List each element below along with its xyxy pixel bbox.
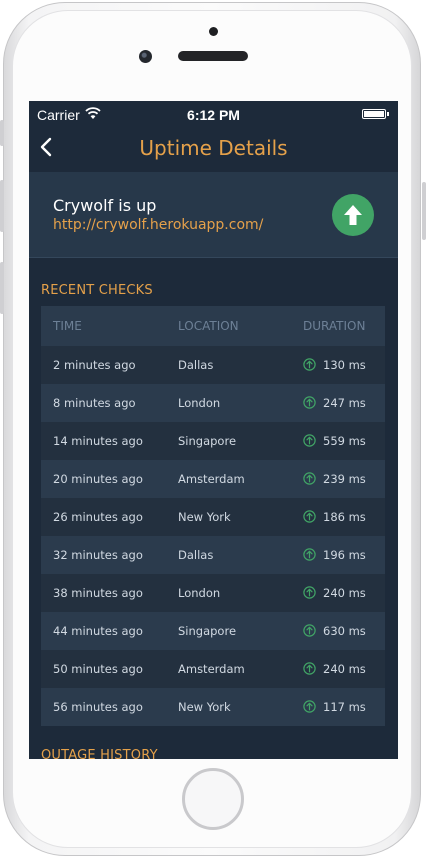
check-location: London: [178, 586, 221, 600]
silent-switch: [0, 120, 4, 146]
app-screen: Carrier 6:12 PM Uptime Details Crywolf i…: [29, 101, 398, 759]
check-time: 20 minutes ago: [53, 472, 143, 486]
check-location: Amsterdam: [178, 662, 245, 676]
arrow-up-circle-icon: [303, 624, 316, 637]
table-row[interactable]: 44 minutes ago Singapore 630 ms: [41, 612, 385, 650]
check-time: 14 minutes ago: [53, 434, 143, 448]
check-duration: 240 ms: [323, 662, 366, 676]
check-location: New York: [178, 700, 231, 714]
power-button: [422, 182, 426, 240]
arrow-up-circle-icon: [303, 586, 316, 599]
check-duration: 239 ms: [323, 472, 366, 486]
check-time: 38 minutes ago: [53, 586, 143, 600]
table-row[interactable]: 56 minutes ago New York 117 ms: [41, 688, 385, 726]
outage-history-heading: OUTAGE HISTORY: [41, 748, 158, 759]
battery-icon: [362, 109, 386, 119]
volume-down-button: [0, 262, 4, 314]
check-time: 8 minutes ago: [53, 396, 136, 410]
check-location: London: [178, 396, 221, 410]
site-url-link[interactable]: http://crywolf.herokuapp.com/: [53, 217, 263, 233]
check-duration: 247 ms: [323, 396, 366, 410]
arrow-up-circle-icon: [303, 396, 316, 409]
table-row[interactable]: 32 minutes ago Dallas 196 ms: [41, 536, 385, 574]
check-location: Dallas: [178, 358, 214, 372]
arrow-up-circle-icon: [303, 472, 316, 485]
check-location: New York: [178, 510, 231, 524]
check-duration: 630 ms: [323, 624, 366, 638]
status-bar: Carrier 6:12 PM: [29, 101, 398, 127]
check-location: Amsterdam: [178, 472, 245, 486]
navigation-bar: Uptime Details: [29, 127, 398, 171]
table-row[interactable]: 8 minutes ago London 247 ms: [41, 384, 385, 422]
proximity-sensor: [209, 27, 218, 36]
arrow-up-circle-icon: [303, 700, 316, 713]
battery-tip: [387, 112, 389, 116]
arrow-up-circle-icon: [303, 548, 316, 561]
check-time: 32 minutes ago: [53, 548, 143, 562]
column-header-duration: DURATION: [303, 319, 366, 333]
recent-checks-table: TIME LOCATION DURATION 2 minutes ago Dall…: [41, 306, 385, 726]
check-duration: 196 ms: [323, 548, 366, 562]
table-row[interactable]: 50 minutes ago Amsterdam 240 ms: [41, 650, 385, 688]
check-duration: 559 ms: [323, 434, 366, 448]
page-title: Uptime Details: [139, 136, 288, 160]
check-location: Dallas: [178, 548, 214, 562]
check-duration: 130 ms: [323, 358, 366, 372]
home-button[interactable]: [182, 768, 244, 830]
site-status-text: Crywolf is up: [53, 196, 157, 215]
recent-checks-heading: RECENT CHECKS: [41, 283, 153, 298]
arrow-up-icon: [344, 205, 362, 225]
column-header-time: TIME: [53, 319, 82, 333]
table-header: TIME LOCATION DURATION: [41, 306, 385, 346]
status-up-badge: [332, 194, 374, 236]
check-time: 56 minutes ago: [53, 700, 143, 714]
site-status-panel: Crywolf is up http://crywolf.herokuapp.c…: [29, 172, 398, 258]
arrow-up-circle-icon: [303, 434, 316, 447]
front-camera: [139, 50, 152, 63]
table-row[interactable]: 26 minutes ago New York 186 ms: [41, 498, 385, 536]
check-duration: 186 ms: [323, 510, 366, 524]
volume-up-button: [0, 180, 4, 232]
arrow-up-circle-icon: [303, 662, 316, 675]
check-time: 50 minutes ago: [53, 662, 143, 676]
column-header-location: LOCATION: [178, 319, 239, 333]
arrow-up-circle-icon: [303, 358, 316, 371]
check-time: 26 minutes ago: [53, 510, 143, 524]
table-row[interactable]: 38 minutes ago London 240 ms: [41, 574, 385, 612]
arrow-up-circle-icon: [303, 510, 316, 523]
table-row[interactable]: 14 minutes ago Singapore 559 ms: [41, 422, 385, 460]
check-time: 2 minutes ago: [53, 358, 136, 372]
table-row[interactable]: 20 minutes ago Amsterdam 239 ms: [41, 460, 385, 498]
check-location: Singapore: [178, 624, 237, 638]
status-time: 6:12 PM: [187, 107, 240, 123]
table-row[interactable]: 2 minutes ago Dallas 130 ms: [41, 346, 385, 384]
check-location: Singapore: [178, 434, 237, 448]
earpiece-speaker: [178, 51, 248, 61]
check-duration: 240 ms: [323, 586, 366, 600]
check-duration: 117 ms: [323, 700, 366, 714]
check-time: 44 minutes ago: [53, 624, 143, 638]
